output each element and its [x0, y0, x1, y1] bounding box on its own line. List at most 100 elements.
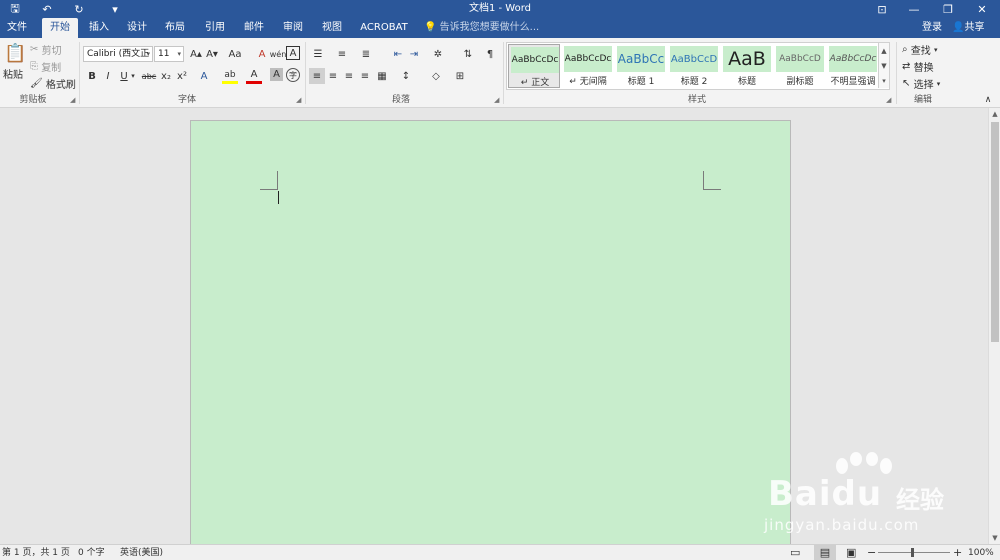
shrink-font-button[interactable]: A▾ [204, 46, 220, 62]
gallery-more-icon[interactable]: ▾ [878, 73, 889, 88]
numbering-button[interactable]: ≡ [334, 46, 350, 62]
restore-button[interactable]: ❐ [932, 0, 964, 18]
style-heading-1[interactable]: AaBbCc 标题 1 [615, 44, 667, 88]
customize-icon[interactable]: ▾ [104, 0, 126, 18]
paste-button[interactable]: 粘贴 [3, 66, 23, 81]
character-shading-button[interactable]: A [270, 68, 283, 81]
tab-insert[interactable]: 插入 [84, 18, 114, 38]
gallery-scroll-down-icon[interactable]: ▼ [878, 58, 889, 73]
page-count[interactable]: 第 1 页，共 1 页 [2, 545, 70, 560]
clear-formatting-button[interactable]: A [254, 46, 270, 62]
tab-home[interactable]: 开始 [42, 18, 78, 38]
italic-button[interactable]: I [100, 68, 116, 84]
justify-button[interactable]: ≡ [357, 68, 373, 84]
style-subtle-emphasis[interactable]: AaBbCcDc 不明显强调 [827, 44, 879, 88]
style-subtitle[interactable]: AaBbCcD 副标题 [774, 44, 826, 88]
borders-button[interactable]: ⊞ [452, 68, 468, 84]
change-case-button[interactable]: Aa [224, 46, 246, 62]
styles-group-label: 样式 [687, 95, 706, 105]
character-border-button[interactable]: A [286, 46, 300, 60]
tab-layout[interactable]: 布局 [160, 18, 190, 38]
tab-acrobat[interactable]: ACROBAT [358, 18, 410, 38]
style-name: 副标题 [786, 77, 814, 87]
increase-indent-button[interactable]: ⇥ [406, 46, 422, 62]
grow-font-button[interactable]: A▴ [188, 46, 204, 62]
show-marks-button[interactable]: ¶ [482, 46, 498, 62]
sort-button[interactable]: ⇅ [460, 46, 476, 62]
minimize-button[interactable]: — [898, 0, 930, 18]
copy-label: 复制 [41, 63, 62, 74]
zoom-level[interactable]: 100% [968, 545, 994, 560]
style-no-spacing[interactable]: AaBbCcDc ↵ 无间隔 [562, 44, 614, 88]
word-count[interactable]: 0 个字 [78, 545, 105, 560]
font-group-label: 字体 [177, 95, 196, 105]
share-button[interactable]: 👤共享 [952, 18, 984, 38]
replace-button[interactable]: ⇄ 替换 [902, 59, 934, 74]
strikethrough-button[interactable]: abc [140, 68, 158, 84]
tab-design[interactable]: 设计 [122, 18, 152, 38]
multilevel-list-button[interactable]: ≣ [358, 46, 374, 62]
align-left-button[interactable]: ≡ [309, 68, 325, 84]
align-right-button[interactable]: ≡ [341, 68, 357, 84]
center-button[interactable]: ≡ [325, 68, 341, 84]
scroll-down-icon[interactable]: ▼ [989, 532, 1000, 544]
chevron-down-icon: ▾ [933, 45, 938, 54]
font-color-button[interactable]: A [246, 68, 262, 84]
cut-button[interactable]: ✂ 剪切 [30, 42, 62, 57]
clipboard-launcher-icon[interactable]: ◢ [70, 96, 78, 104]
vertical-scrollbar[interactable]: ▲ ▼ [988, 108, 1000, 544]
enclose-characters-button[interactable]: 字 [286, 68, 300, 82]
bullets-button[interactable]: ☰ [310, 46, 326, 62]
zoom-in-button[interactable]: + [953, 545, 962, 560]
text-effects-button[interactable]: A [196, 68, 212, 84]
paragraph-launcher-icon[interactable]: ◢ [494, 96, 502, 104]
zoom-slider[interactable] [878, 552, 950, 553]
font-launcher-icon[interactable]: ◢ [296, 96, 304, 104]
highlight-button[interactable]: ab [222, 68, 238, 84]
format-painter-button[interactable]: 🖌 格式刷 [30, 76, 76, 91]
read-mode-icon[interactable]: ▭ [790, 545, 800, 560]
subscript-button[interactable]: x₂ [158, 68, 174, 84]
tab-mailings[interactable]: 邮件 [239, 18, 269, 38]
font-size-dropdown[interactable]: 11 ▾ [154, 46, 184, 62]
zoom-slider-thumb[interactable] [911, 548, 914, 557]
shading-button[interactable]: ◇ [428, 68, 444, 84]
scrollbar-thumb[interactable] [991, 122, 999, 342]
sign-in-link[interactable]: 登录 [922, 18, 942, 38]
font-name-dropdown[interactable]: Calibri (西文正 ▾ [83, 46, 153, 62]
language-indicator[interactable]: 英语(美国) [120, 545, 163, 560]
copy-button[interactable]: ⎘ 复制 [30, 59, 61, 74]
line-spacing-button[interactable]: ↕ [398, 68, 414, 84]
style-heading-2[interactable]: AaBbCcD 标题 2 [668, 44, 720, 88]
bold-button[interactable]: B [84, 68, 100, 84]
paste-icon[interactable]: 📋 [4, 42, 26, 64]
save-icon[interactable]: 🖫 [4, 0, 26, 18]
tab-review[interactable]: 审阅 [278, 18, 308, 38]
close-button[interactable]: ✕ [966, 0, 998, 18]
phonetic-guide-button[interactable]: wén [270, 46, 287, 62]
styles-launcher-icon[interactable]: ◢ [886, 96, 894, 104]
collapse-ribbon-icon[interactable]: ∧ [982, 94, 994, 106]
superscript-button[interactable]: x² [174, 68, 190, 84]
find-button[interactable]: ⌕ 查找 ▾ [902, 42, 938, 57]
tab-file[interactable]: 文件 [0, 18, 34, 38]
zoom-out-button[interactable]: − [867, 545, 876, 560]
ribbon-display-icon[interactable]: ⊡ [866, 0, 898, 18]
print-layout-icon[interactable]: ▤ [814, 545, 836, 560]
chevron-down-icon[interactable]: ▾ [128, 68, 138, 84]
scroll-up-icon[interactable]: ▲ [989, 108, 1000, 120]
style-title[interactable]: AaB 标题 [721, 44, 773, 88]
undo-icon[interactable]: ↶ [36, 0, 58, 18]
web-layout-icon[interactable]: ▣ [846, 545, 856, 560]
style-normal[interactable]: AaBbCcDc ↵ 正文 [508, 44, 560, 88]
redo-icon[interactable]: ↻ [68, 0, 90, 18]
distributed-button[interactable]: ▦ [374, 68, 390, 84]
chinese-layout-button[interactable]: ✲ [430, 46, 446, 62]
select-button[interactable]: ↖ 选择 ▾ [902, 76, 940, 91]
gallery-scroll-up-icon[interactable]: ▲ [878, 43, 889, 58]
decrease-indent-button[interactable]: ⇤ [390, 46, 406, 62]
tell-me-box[interactable]: 💡 告诉我您想要做什么... [424, 18, 539, 38]
tab-references[interactable]: 引用 [200, 18, 230, 38]
tab-view[interactable]: 视图 [317, 18, 347, 38]
document-page[interactable] [190, 120, 791, 550]
